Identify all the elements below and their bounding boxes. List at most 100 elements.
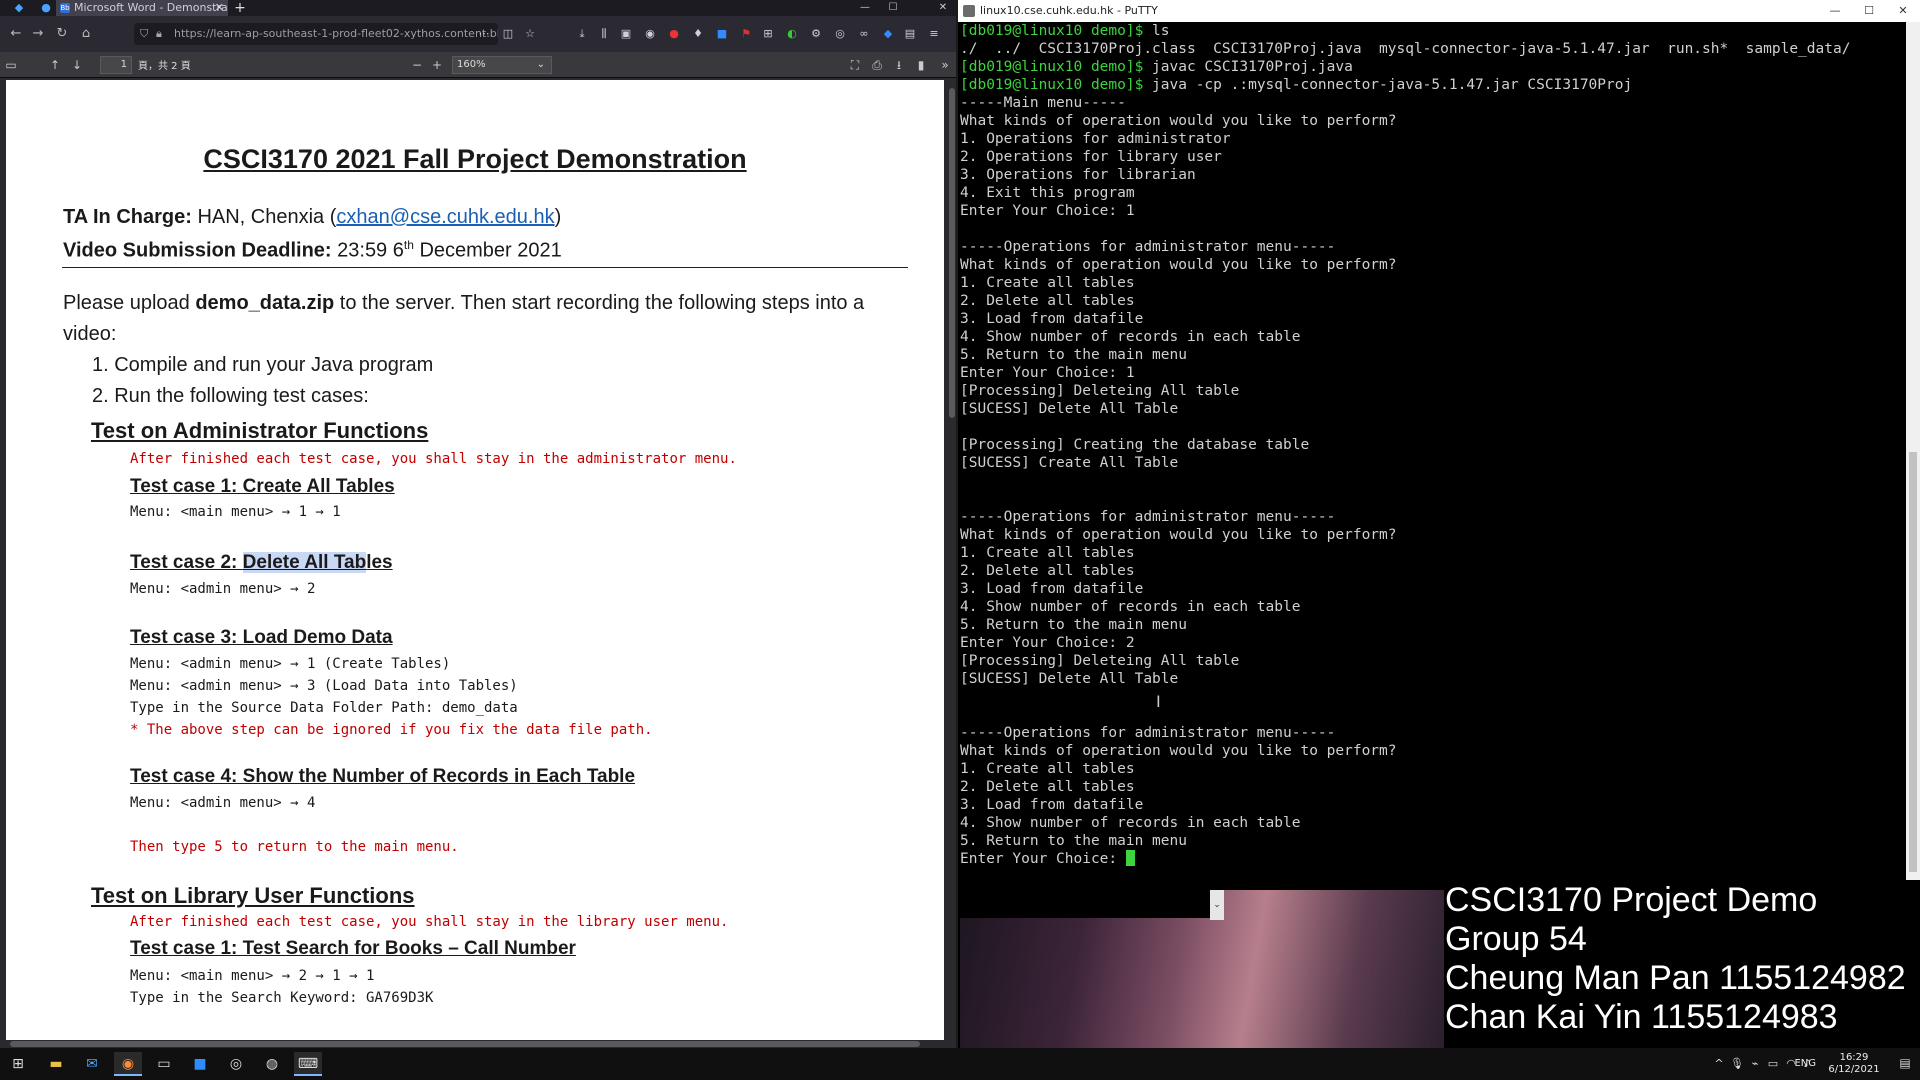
close-window-button[interactable]: ✕	[930, 0, 956, 16]
new-tab-button[interactable]: +	[232, 0, 248, 16]
page-actions-icon[interactable]: ⋯	[476, 26, 492, 42]
overlay-line-1: CSCI3170 Project Demo	[1445, 881, 1818, 919]
terminal-output[interactable]: [db019@linux10 demo]$ ls ./ ../ CSCI3170P…	[960, 22, 1906, 880]
terminal-line: 5. Return to the main menu	[960, 617, 1187, 633]
extension-diamond-icon[interactable]: ◆	[880, 26, 896, 42]
save-icon[interactable]: ⭳	[890, 56, 908, 74]
terminal-scrollbar[interactable]	[1906, 22, 1920, 882]
toggle-sidebar-icon[interactable]: ▭	[2, 56, 20, 74]
pinned-tab-icon[interactable]: ●	[38, 0, 54, 16]
terminal-line: [Processing] Deleteing All table	[960, 383, 1240, 399]
terminal-scroll-thumb[interactable]	[1909, 452, 1917, 872]
downloads-icon[interactable]: ⤓	[574, 26, 590, 42]
print-icon[interactable]: ⎙	[868, 56, 886, 74]
maximize-button[interactable]: ☐	[880, 0, 906, 16]
extension-green-icon[interactable]: ◐	[784, 26, 800, 42]
ta-email-link[interactable]: cxhan@cse.cuhk.edu.hk	[336, 206, 554, 228]
shield-icon[interactable]: ⛉	[140, 23, 148, 45]
account-icon[interactable]: ◉	[642, 26, 658, 42]
extension-blue-icon[interactable]: ■	[714, 26, 730, 42]
notification-icon[interactable]: ▤	[1896, 1056, 1914, 1072]
clock-time: 16:29	[1839, 1052, 1869, 1063]
display-icon[interactable]: ▭	[1766, 1057, 1780, 1070]
lock-icon[interactable]: 🔒︎	[156, 23, 162, 45]
bookmark-star-icon[interactable]: ☆	[522, 26, 538, 42]
extension-box-icon[interactable]: ▤	[902, 26, 918, 42]
url-bar[interactable]: ⛉ 🔒︎ https://learn-ap-southeast-1-prod-f…	[134, 23, 498, 45]
terminal-line: What kinds of operation would you like t…	[960, 743, 1397, 759]
terminal-taskbar-icon[interactable]: ▭	[150, 1052, 178, 1076]
sidebar-icon[interactable]: ▣	[618, 26, 634, 42]
zoom-select[interactable]: 160% ⌄	[452, 56, 552, 74]
putty-maximize-button[interactable]: ☐	[1852, 0, 1886, 22]
home-button[interactable]: ⌂	[76, 24, 96, 44]
terminal-line: Enter Your Choice: 1	[960, 365, 1135, 381]
tc2-heading: Test case 2: Delete All Tables	[130, 552, 393, 574]
tray-expand-icon[interactable]: ^	[1712, 1057, 1726, 1070]
extension-gear-icon[interactable]: ⚙	[808, 26, 824, 42]
overlay-line-4: Chan Kai Yin 1155124983	[1445, 998, 1838, 1036]
terminal-line: [db019@linux10 demo]$ ls	[960, 22, 1906, 40]
bookmark-icon[interactable]: ▮	[912, 56, 930, 74]
language-indicator[interactable]: ENG	[1794, 1058, 1816, 1069]
extension-vpn-icon[interactable]: ♦	[690, 26, 706, 42]
putty-minimize-button[interactable]: —	[1818, 0, 1852, 22]
network-icon[interactable]: ⌁	[1748, 1057, 1762, 1070]
reload-button[interactable]: ↻	[52, 24, 72, 44]
hscroll-thumb[interactable]	[10, 1041, 920, 1047]
tab-active[interactable]: Bb Microsoft Word - Demonstra ✕	[56, 0, 228, 16]
presentation-icon[interactable]: ⛶	[846, 56, 864, 74]
zoom-out-icon[interactable]: −	[408, 56, 426, 74]
menu-icon[interactable]: ≡	[926, 26, 942, 42]
extension-glasses-icon[interactable]: ∞	[856, 26, 872, 42]
pdf-vertical-scrollbar[interactable]	[948, 78, 956, 1040]
scroll-thumb[interactable]	[949, 88, 955, 418]
user-note: After finished each test case, you shall…	[130, 914, 729, 930]
start-icon[interactable]: ⊞	[4, 1052, 32, 1076]
extension-grid-icon[interactable]: ⊞	[760, 26, 776, 42]
putty-close-button[interactable]: ✕	[1886, 0, 1920, 22]
putty-taskbar-icon[interactable]: ⌨	[294, 1052, 322, 1076]
library-icon[interactable]: ⫼	[596, 26, 612, 42]
terminal-line: 3. Operations for librarian	[960, 167, 1196, 183]
tc4-heading: Test case 4: Show the Number of Records …	[130, 766, 636, 787]
terminal-prompt: [db019@linux10 demo]$	[960, 77, 1144, 93]
extension-red-icon[interactable]: ●	[666, 26, 682, 42]
minimize-button[interactable]: —	[852, 0, 878, 16]
terminal-line: ./ ../ CSCI3170Proj.class CSCI3170Proj.j…	[960, 41, 1851, 57]
back-button[interactable]: ←	[6, 24, 26, 44]
mail-icon[interactable]: ✉	[78, 1052, 106, 1076]
extension-flag-icon[interactable]: ⚑	[738, 26, 754, 42]
previous-page-icon[interactable]: ↑	[46, 56, 64, 74]
firefox-taskbar-icon[interactable]: ◉	[114, 1052, 142, 1076]
text-cursor-icon: I	[1156, 692, 1161, 711]
zoom-in-icon[interactable]: +	[428, 56, 446, 74]
steam-icon[interactable]: ◎	[222, 1052, 250, 1076]
pocket-icon[interactable]: ◫	[500, 26, 516, 42]
putty-titlebar[interactable]: linux10.cse.cuhk.edu.hk - PuTTY — ☐ ✕	[958, 0, 1920, 22]
putty-icon	[963, 5, 975, 17]
deadline-value: 23:59 6	[331, 239, 404, 262]
obs-icon[interactable]: ◍	[258, 1052, 286, 1076]
next-page-icon[interactable]: ↓	[68, 56, 86, 74]
microphone-icon[interactable]: 🎙︎	[1730, 1057, 1744, 1070]
tools-icon[interactable]: »	[936, 56, 954, 74]
webcam-dropdown-icon[interactable]: ⌄	[1210, 890, 1224, 920]
terminal-input-line[interactable]: Enter Your Choice:	[960, 850, 1906, 868]
firefox-menu-icon[interactable]: ◆	[4, 0, 34, 16]
extension-circle-icon[interactable]: ◎	[832, 26, 848, 42]
terminal-line: 1. Operations for administrator	[960, 131, 1231, 147]
file-explorer-icon[interactable]: ▬	[42, 1052, 70, 1076]
divider	[62, 267, 908, 268]
outlook-icon[interactable]: ■	[186, 1052, 214, 1076]
terminal-line: 1. Create all tables	[960, 761, 1135, 777]
clock[interactable]: 16:29 6/12/2021	[1824, 1052, 1884, 1076]
pdf-horizontal-scrollbar[interactable]	[0, 1040, 956, 1048]
pdf-viewport[interactable]: CSCI3170 2021 Fall Project Demonstration…	[0, 78, 956, 1040]
admin-section-heading: Test on Administrator Functions	[91, 418, 429, 443]
terminal-line: 1. Create all tables	[960, 545, 1135, 561]
close-tab-icon[interactable]: ✕	[215, 0, 224, 16]
page-number-input[interactable]: 1	[100, 56, 132, 74]
forward-button[interactable]: →	[28, 24, 48, 44]
